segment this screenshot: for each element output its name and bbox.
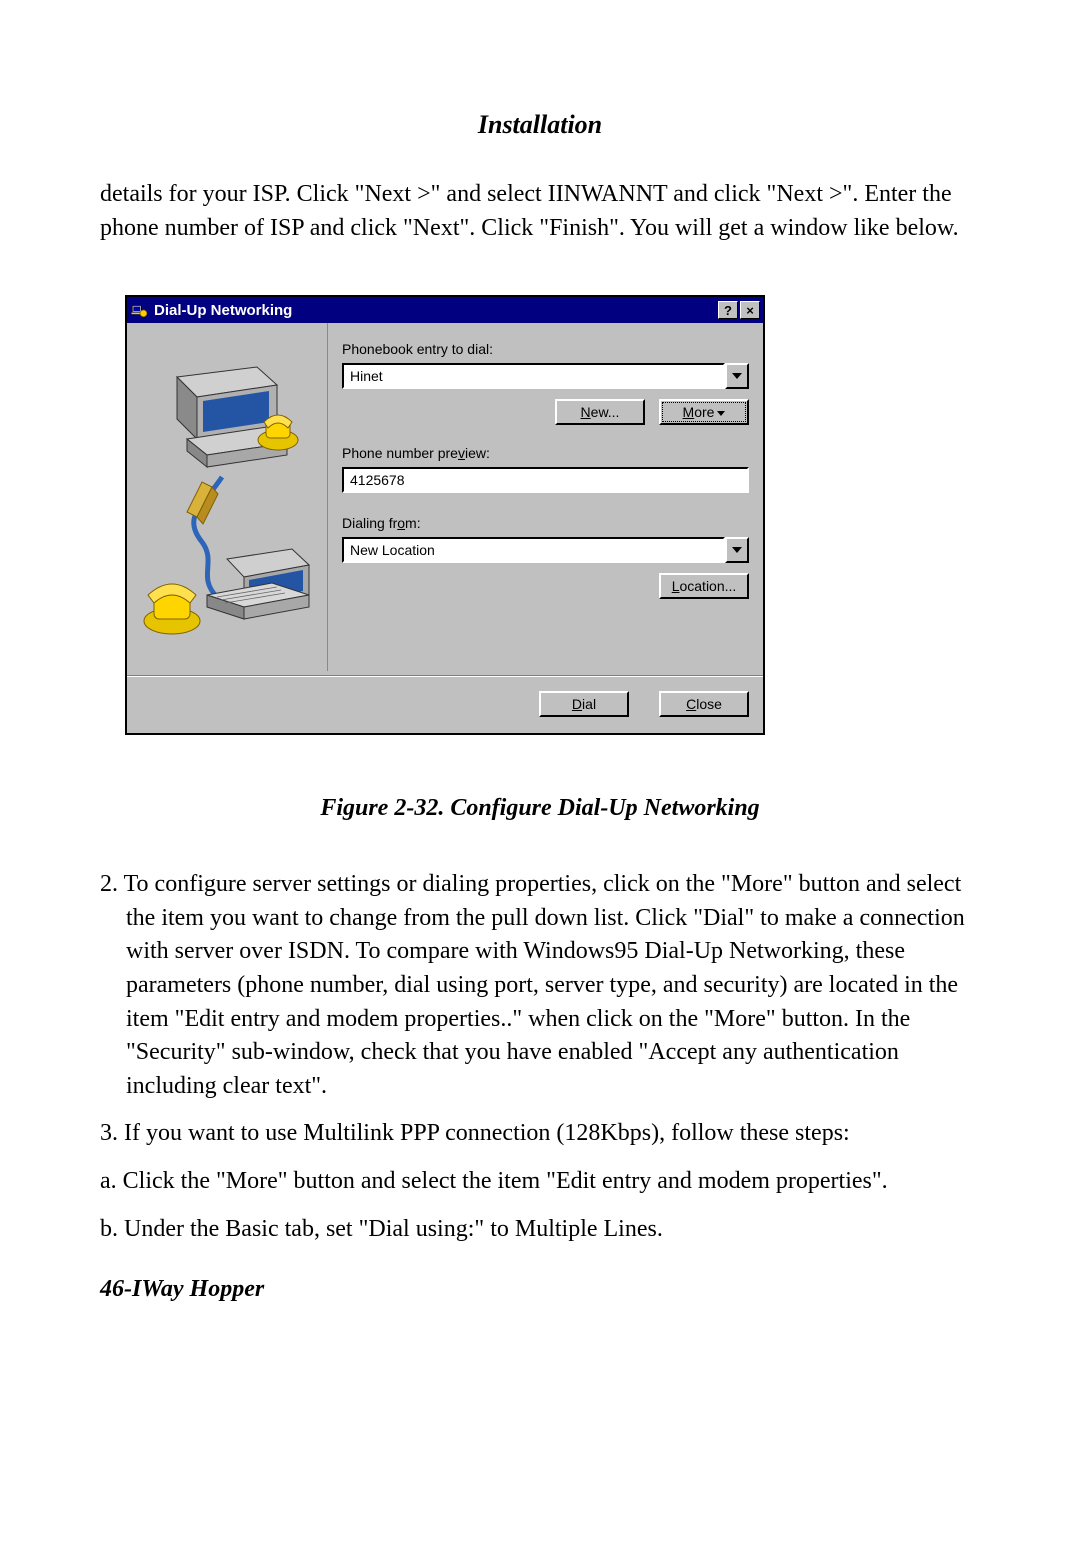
- dialog-controls: Phonebook entry to dial: Hinet New... Mo…: [328, 323, 763, 671]
- list-item-2: 2. To configure server settings or diali…: [100, 868, 980, 1103]
- figure-caption: Figure 2-32. Configure Dial-Up Networkin…: [100, 795, 980, 822]
- dialog-title: Dial-Up Networking: [154, 302, 716, 319]
- help-button[interactable]: ?: [718, 301, 738, 319]
- label-preview: Phone number preview:: [342, 445, 749, 461]
- chevron-down-icon: [717, 404, 725, 420]
- dialog-screenshot: Dial-Up Networking ? ×: [125, 295, 765, 735]
- dialfrom-value[interactable]: New Location: [342, 537, 725, 563]
- chevron-down-icon[interactable]: [725, 363, 749, 389]
- close-button[interactable]: Close: [659, 691, 749, 717]
- titlebar: Dial-Up Networking ? ×: [127, 297, 763, 323]
- more-button[interactable]: More: [659, 399, 749, 425]
- label-dialfrom: Dialing from:: [342, 515, 749, 531]
- new-button[interactable]: New...: [555, 399, 645, 425]
- dial-up-networking-dialog: Dial-Up Networking ? ×: [125, 295, 765, 735]
- chevron-down-icon[interactable]: [725, 537, 749, 563]
- phone-preview-input[interactable]: 4125678: [342, 467, 749, 493]
- list-item-b: b. Under the Basic tab, set "Dial using:…: [100, 1213, 980, 1247]
- app-icon: [130, 301, 148, 319]
- close-x-button[interactable]: ×: [740, 301, 760, 319]
- page-footer: 46-IWay Hopper: [100, 1276, 980, 1303]
- list-item-3: 3. If you want to use Multilink PPP conn…: [100, 1117, 980, 1151]
- phonebook-combo[interactable]: Hinet: [342, 363, 749, 389]
- phonebook-value[interactable]: Hinet: [342, 363, 725, 389]
- list-item-a: a. Click the "More" button and select th…: [100, 1165, 980, 1199]
- label-phonebook: Phonebook entry to dial:: [342, 341, 749, 357]
- dial-button[interactable]: Dial: [539, 691, 629, 717]
- dialog-footer: Dial Close: [127, 677, 763, 733]
- dialfrom-combo[interactable]: New Location: [342, 537, 749, 563]
- intro-paragraph: details for your ISP. Click "Next >" and…: [100, 178, 980, 245]
- page-heading: Installation: [100, 110, 980, 140]
- dialog-illustration: [127, 323, 328, 671]
- location-button[interactable]: Location...: [659, 573, 749, 599]
